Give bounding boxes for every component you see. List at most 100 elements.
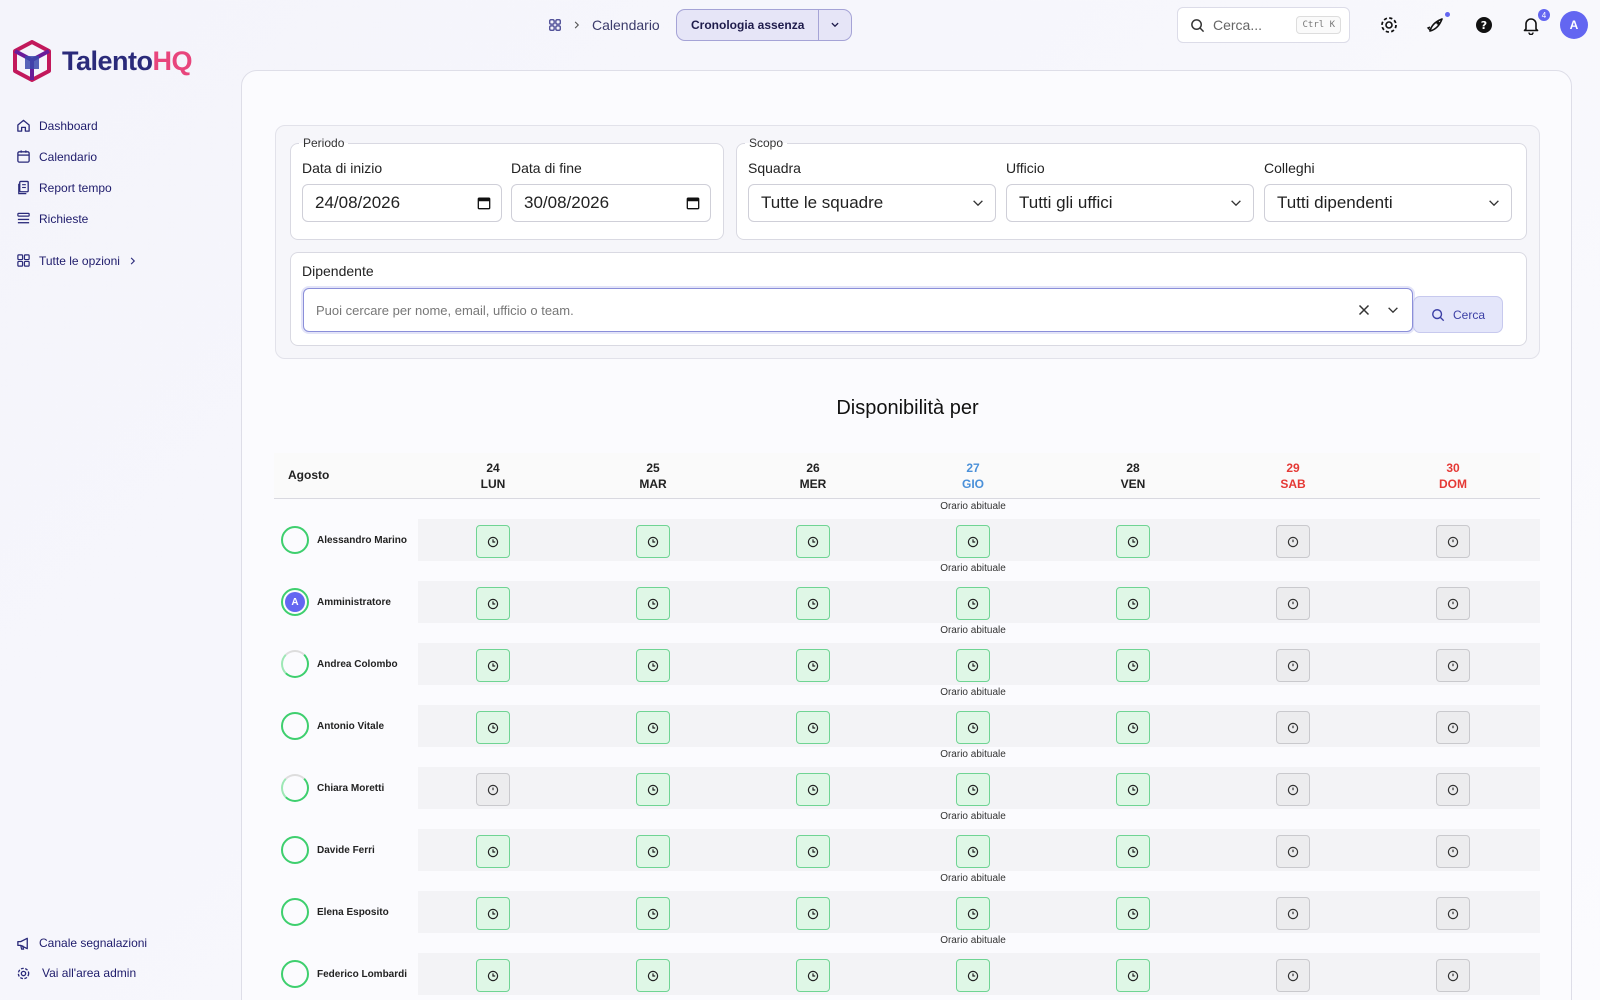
- colleagues-select[interactable]: Tutti dipendenti: [1264, 184, 1512, 222]
- search-button[interactable]: Cerca: [1413, 296, 1503, 333]
- sidebar-item-dashboard[interactable]: Dashboard: [16, 110, 138, 141]
- employee-search-input[interactable]: Puoi cercare per nome, email, ufficio o …: [303, 288, 1413, 332]
- day-cell-off[interactable]: [1436, 587, 1470, 620]
- clock-icon: [1447, 908, 1459, 919]
- notifications-button[interactable]: 4: [1518, 9, 1550, 38]
- employee-name-cell[interactable]: Alessandro Marino: [281, 526, 407, 554]
- end-date-input[interactable]: 30/08/2026: [511, 184, 711, 222]
- sidebar-item-admin-area[interactable]: Vai all'area admin: [16, 958, 147, 988]
- day-cell-off[interactable]: [1436, 525, 1470, 558]
- day-cell-work[interactable]: [796, 587, 830, 620]
- day-cell-work[interactable]: [636, 897, 670, 930]
- day-cell-off[interactable]: [1276, 897, 1310, 930]
- day-cell-work[interactable]: [636, 649, 670, 682]
- day-cell-off[interactable]: [1436, 835, 1470, 868]
- day-cell-work[interactable]: [796, 959, 830, 992]
- day-cell-work[interactable]: [1116, 649, 1150, 682]
- start-date-input[interactable]: 24/08/2026: [302, 184, 502, 222]
- day-cell-work[interactable]: [1116, 959, 1150, 992]
- day-cell-work[interactable]: [796, 711, 830, 744]
- office-select[interactable]: Tutti gli uffici: [1006, 184, 1254, 222]
- day-cell-off[interactable]: [1436, 773, 1470, 806]
- day-cell-off[interactable]: [1276, 711, 1310, 744]
- brand-logo[interactable]: TalentoHQ: [12, 40, 192, 82]
- employee-name-cell[interactable]: Antonio Vitale: [281, 712, 384, 740]
- sidebar-bottom-nav: Canale segnalazioni Vai all'area admin: [16, 928, 147, 988]
- day-cell-off[interactable]: [1436, 897, 1470, 930]
- day-cell-work[interactable]: [636, 959, 670, 992]
- employee-name: Federico Lombardi: [317, 968, 408, 980]
- whats-new-button[interactable]: [1423, 12, 1450, 38]
- day-cell-work[interactable]: [796, 649, 830, 682]
- day-cell-work[interactable]: [476, 897, 510, 930]
- day-cell-work[interactable]: [956, 897, 990, 930]
- sidebar-item-richieste[interactable]: Richieste: [16, 203, 138, 234]
- day-cell-work[interactable]: [796, 835, 830, 868]
- chevron-down-icon: [1489, 200, 1499, 207]
- employee-name-cell[interactable]: Davide Ferri: [281, 836, 375, 864]
- sidebar-item-calendario[interactable]: Calendario: [16, 141, 138, 172]
- help-button[interactable]: ?: [1471, 12, 1497, 38]
- team-select[interactable]: Tutte le squadre: [748, 184, 996, 222]
- day-cell-off[interactable]: [1276, 525, 1310, 558]
- day-cell-work[interactable]: [636, 525, 670, 558]
- sidebar-item-report-tempo[interactable]: Report tempo: [16, 172, 138, 203]
- day-cell-work[interactable]: [956, 835, 990, 868]
- employee-name-cell[interactable]: Elena Esposito: [281, 898, 389, 926]
- day-cell-work[interactable]: [1116, 773, 1150, 806]
- day-cell-work[interactable]: [636, 835, 670, 868]
- day-cell-work[interactable]: [796, 897, 830, 930]
- employee-name-cell[interactable]: Federico Lombardi: [281, 960, 407, 988]
- clock-icon: [1447, 536, 1459, 547]
- day-cell-off[interactable]: [1276, 959, 1310, 992]
- day-cell-work[interactable]: [476, 835, 510, 868]
- calendar-icon[interactable]: [686, 196, 700, 210]
- day-cell-work[interactable]: [1116, 711, 1150, 744]
- day-cell-work[interactable]: [956, 587, 990, 620]
- day-cell-work[interactable]: [476, 525, 510, 558]
- employee-name-cell[interactable]: Andrea Colombo: [281, 650, 398, 678]
- day-cell-off[interactable]: [1436, 959, 1470, 992]
- apps-grid-icon[interactable]: [548, 18, 562, 32]
- day-cell-off[interactable]: [476, 773, 510, 806]
- day-cell-work[interactable]: [956, 525, 990, 558]
- clock-icon: [647, 722, 659, 733]
- day-cell-work[interactable]: [796, 773, 830, 806]
- view-dropdown-button[interactable]: [819, 10, 851, 40]
- day-cell-work[interactable]: [1116, 835, 1150, 868]
- day-cell-work[interactable]: [636, 773, 670, 806]
- day-cell-work[interactable]: [956, 959, 990, 992]
- day-cell-work[interactable]: [1116, 897, 1150, 930]
- day-cell-work[interactable]: [476, 587, 510, 620]
- day-cell-off[interactable]: [1276, 587, 1310, 620]
- calendar-icon[interactable]: [477, 196, 491, 210]
- day-cell-work[interactable]: [636, 587, 670, 620]
- day-cell-work[interactable]: [476, 711, 510, 744]
- day-cell-work[interactable]: [636, 711, 670, 744]
- day-cell-work[interactable]: [476, 649, 510, 682]
- day-cell-off[interactable]: [1276, 773, 1310, 806]
- day-cell-work[interactable]: [956, 649, 990, 682]
- day-cell-work[interactable]: [476, 959, 510, 992]
- settings-button[interactable]: [1376, 12, 1402, 38]
- view-button[interactable]: Cronologia assenza: [677, 10, 820, 40]
- day-cell-work[interactable]: [1116, 587, 1150, 620]
- day-cell-work[interactable]: [956, 773, 990, 806]
- breadcrumb-current[interactable]: Calendario: [592, 17, 660, 33]
- employee-name-cell[interactable]: A Amministratore: [281, 588, 391, 616]
- day-cell-off[interactable]: [1276, 835, 1310, 868]
- day-cell-work[interactable]: [956, 711, 990, 744]
- cube-logo-icon: [13, 40, 51, 82]
- employee-name-cell[interactable]: Chiara Moretti: [281, 774, 384, 802]
- user-avatar[interactable]: A: [1560, 11, 1588, 39]
- close-icon[interactable]: [1358, 304, 1370, 316]
- day-cell-work[interactable]: [796, 525, 830, 558]
- sidebar-item-canale-segnalazioni[interactable]: Canale segnalazioni: [16, 928, 147, 958]
- day-cell-off[interactable]: [1436, 649, 1470, 682]
- day-cell-off[interactable]: [1436, 711, 1470, 744]
- global-search[interactable]: Cerca... Ctrl K: [1177, 7, 1350, 43]
- day-cell-work[interactable]: [1116, 525, 1150, 558]
- sidebar-item-all-options[interactable]: Tutte le opzioni: [16, 245, 138, 276]
- day-cell-off[interactable]: [1276, 649, 1310, 682]
- chevron-down-icon[interactable]: [1386, 303, 1400, 317]
